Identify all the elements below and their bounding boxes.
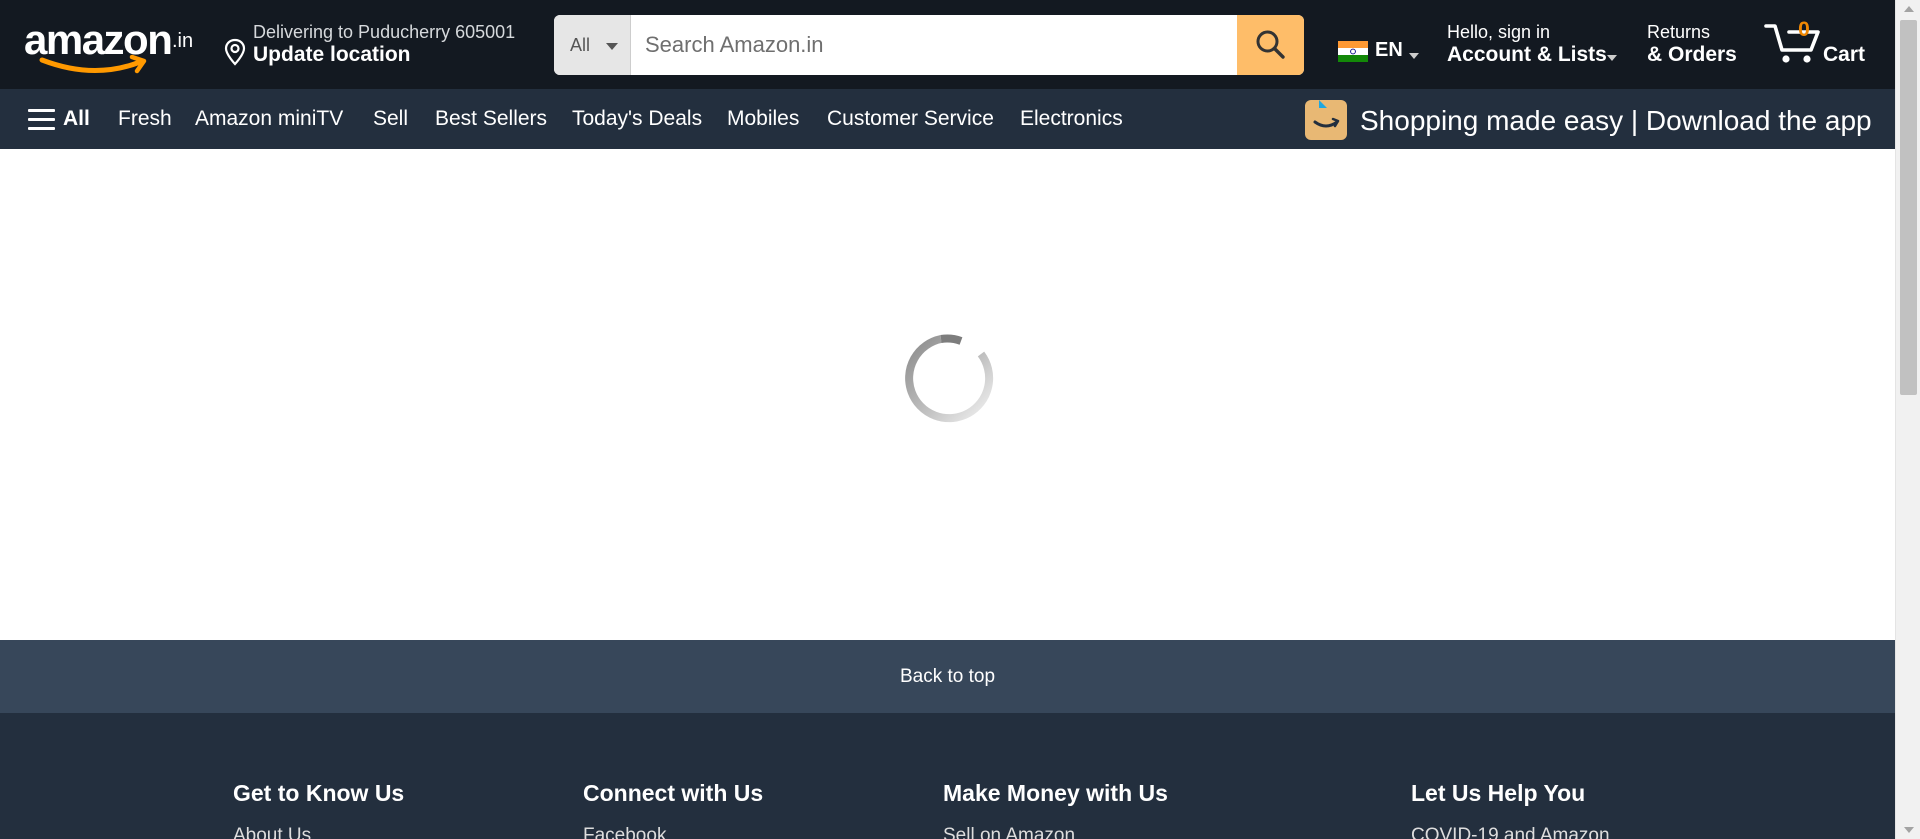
footer-link-covid-19[interactable]: COVID-19 and Amazon [1411,825,1610,839]
scrollbar-thumb[interactable] [1900,20,1917,395]
logo-suffix: .in [172,30,194,52]
account-lists-label: Account & Lists [1447,43,1607,66]
cart-link[interactable]: 0 Cart [1764,14,1874,74]
page: amazon .in Delivering to Puducherry 6050… [0,0,1895,839]
cart-count-badge: 0 [1798,18,1810,41]
top-nav: amazon .in Delivering to Puducherry 6050… [0,0,1895,89]
cart-label: Cart [1823,43,1866,66]
nav-link-mobiles[interactable]: Mobiles [727,107,799,131]
footer-heading: Get to Know Us [233,780,405,806]
search-category-dropdown[interactable]: All [554,15,631,75]
scroll-down-arrow-icon[interactable] [1904,827,1914,833]
nav-link-electronics[interactable]: Electronics [1020,107,1123,131]
footer-heading: Make Money with Us [943,780,1168,806]
loading-spinner-icon [905,334,994,423]
footer-link-about-us[interactable]: About Us [233,825,311,839]
search-category-label: All [570,35,591,55]
back-to-top-label: Back to top [899,666,996,687]
search-bar: All [554,15,1304,75]
nav-link-customer-service[interactable]: Customer Service [827,107,994,131]
scroll-up-arrow-icon[interactable] [1904,6,1914,12]
chevron-down-icon [606,43,618,50]
back-to-top-button[interactable]: Back to top [0,640,1895,713]
returns-label: Returns [1647,22,1711,42]
app-download-text: Shopping made easy | Download the app [1360,105,1872,136]
nav-link-sell[interactable]: Sell [373,107,408,131]
footer-link-sell-on-amazon[interactable]: Sell on Amazon [943,825,1075,839]
search-input[interactable] [631,15,1231,75]
nav-link-fresh[interactable]: Fresh [118,107,172,131]
language-code: EN [1375,39,1403,61]
vertical-scrollbar[interactable] [1895,0,1920,839]
account-greeting: Hello, sign in [1447,22,1551,42]
india-flag-icon [1338,41,1368,62]
shopping-bag-app-icon [1305,100,1347,140]
main-content [0,149,1895,640]
nav-link-todays-deals[interactable]: Today's Deals [572,107,702,131]
logo-smile-icon [39,54,147,74]
returns-orders-link[interactable]: Returns & Orders [1647,20,1757,70]
search-button[interactable] [1237,15,1304,75]
location-pin-icon [224,38,246,66]
update-location-label: Update location [253,43,411,66]
search-icon [1256,30,1285,59]
delivery-location-text: Delivering to Puducherry 605001 [253,22,516,42]
nav-link-amazon-minitv[interactable]: Amazon miniTV [195,107,343,131]
footer: Get to Know Us About Us Connect with Us … [0,713,1895,839]
account-menu[interactable]: Hello, sign in Account & Lists [1447,20,1617,70]
secondary-nav: All Fresh Amazon miniTV Sell Best Seller… [0,89,1895,149]
hamburger-menu-icon [28,109,55,131]
nav-link-best-sellers[interactable]: Best Sellers [435,107,547,131]
footer-heading: Let Us Help You [1411,780,1586,806]
chevron-down-icon [1409,53,1419,59]
footer-heading: Connect with Us [583,780,764,806]
chevron-down-icon [1607,55,1617,61]
amazon-logo[interactable]: amazon .in [24,14,202,74]
orders-label: & Orders [1647,43,1737,66]
all-menu-label: All [63,107,90,130]
footer-link-facebook[interactable]: Facebook [583,825,666,839]
app-download-promo[interactable]: Shopping made easy | Download the app [1303,96,1872,142]
